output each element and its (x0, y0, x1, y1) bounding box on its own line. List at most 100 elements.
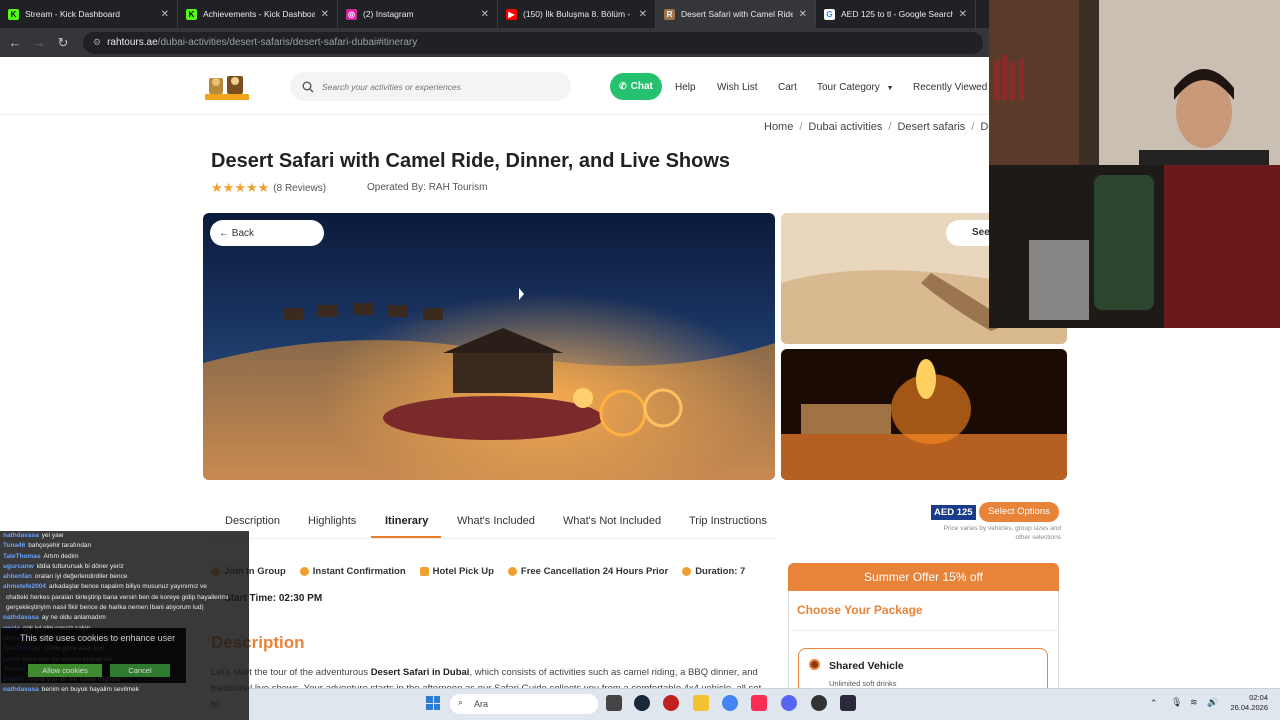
choose-package-heading: Choose Your Package (797, 603, 923, 617)
chat-text: chatteki herkes paraları birleştirip ban… (6, 593, 229, 601)
allow-cookies-button[interactable]: Allow cookies (28, 664, 102, 677)
nav-wish-list[interactable]: Wish List (717, 82, 758, 93)
tab-whats-not-included[interactable]: What's Not Included (563, 508, 661, 538)
browser-tab-instagram[interactable]: ◎ (2) Instagram ✕ (338, 0, 498, 28)
rating: ★★★★★ (8 Reviews) (211, 180, 326, 196)
browser-tab-kick-achievements[interactable]: K Achievements - Kick Dashboard ✕ (178, 0, 338, 28)
chat-username[interactable]: nathdavasa (3, 532, 39, 539)
nav-recently-viewed[interactable]: Recently Viewed (913, 82, 987, 93)
wifi-icon[interactable]: ≋ (1190, 697, 1198, 708)
obs-icon[interactable] (811, 695, 827, 711)
app-icon[interactable] (840, 695, 856, 711)
whatsapp-icon: ✆ (619, 81, 627, 91)
chat-username[interactable]: ahbenfan (3, 573, 32, 580)
star-rating-icon: ★★★★★ (211, 180, 270, 195)
stream-chat-message: gerçekleştiriyim nasıl fikir bence de ha… (0, 604, 249, 614)
stream-chat-overlay: nathdavasa yei yaw Tuna46 bahçeşehir tarafı… (0, 531, 249, 720)
close-icon[interactable]: ✕ (959, 9, 967, 20)
taskbar-clock[interactable]: 02:04 26.04.2026 (1226, 693, 1268, 713)
browser-tab-youtube[interactable]: ▶ (150) İlk Buluşma 8. Bölüm - Yo ✕ (498, 0, 656, 28)
package-divider (788, 630, 1059, 631)
breadcrumb-desert-safaris[interactable]: Desert safaris (897, 121, 965, 133)
tab-title: Desert Safari with Camel Ride, I (681, 9, 793, 19)
search-input[interactable] (322, 81, 552, 92)
browser-tab-google[interactable]: G AED 125 to tl - Google Search ✕ (816, 0, 976, 28)
gallery-thumb-fire-show[interactable] (781, 349, 1067, 480)
stream-chat-message: ahbenfan oraları iyi değerlendirdiler ben… (0, 573, 249, 583)
feature-hotel-pickup: Hotel Pick Up (419, 566, 494, 577)
browser-tab-kick-stream[interactable]: K Stream - Kick Dashboard ✕ (0, 0, 178, 28)
nav-cart[interactable]: Cart (778, 82, 797, 93)
whatsapp-chat-button[interactable]: ✆ Chat (610, 73, 662, 100)
feature-label: Duration: 7 (695, 566, 746, 577)
feature-duration: Duration: 7 (682, 566, 745, 577)
breadcrumb-home[interactable]: Home (764, 121, 793, 133)
close-icon[interactable]: ✕ (161, 9, 169, 20)
back-arrow-icon[interactable]: ← (3, 35, 27, 50)
check-icon (299, 567, 309, 576)
hero-image-desert-camp[interactable] (203, 213, 775, 480)
chat-username[interactable]: nathdavasa (3, 686, 39, 693)
taskbar-search[interactable]: Ara (450, 694, 598, 714)
tab-title: AED 125 to tl - Google Search (841, 9, 953, 19)
chat-username[interactable]: ahmetefe2004 (3, 583, 46, 590)
close-icon[interactable]: ✕ (639, 9, 647, 20)
breadcrumb-dubai-activities[interactable]: Dubai activities (808, 121, 882, 133)
rah-tours-logo[interactable] (203, 72, 251, 102)
activity-search[interactable] (290, 72, 571, 101)
clock-icon (682, 567, 692, 576)
chat-username[interactable]: nathdavasa (3, 614, 39, 621)
tab-highlights[interactable]: Highlights (308, 508, 356, 538)
chat-label: Chat (630, 81, 653, 92)
feature-label: Free Cancellation 24 Hours Prior (520, 566, 669, 577)
opera-gx-icon[interactable] (663, 695, 679, 711)
tab-itinerary[interactable]: Itinerary (371, 508, 441, 538)
site-info-icon[interactable]: ⚙ (93, 37, 101, 48)
feature-label: Hotel Pick Up (432, 566, 494, 577)
package-radio[interactable] (809, 659, 820, 670)
tab-title: (150) İlk Buluşma 8. Bölüm - Yo (523, 9, 633, 19)
select-options-button[interactable]: Select Options (979, 502, 1059, 522)
search-icon (302, 81, 314, 92)
task-view-icon[interactable] (606, 695, 622, 711)
url-path: /dubai-activities/desert-safaris/desert-… (157, 37, 418, 48)
chrome-icon[interactable] (722, 695, 738, 711)
tray-chevron-icon[interactable]: ⌃ (1150, 698, 1158, 709)
cancel-cookies-button[interactable]: Cancel (110, 664, 170, 677)
chat-text: gerçekleştiriyim nasıl fikir bence de ha… (6, 604, 204, 612)
chat-text: Artım dedim (43, 552, 79, 560)
chat-username[interactable]: Tuna46 (3, 542, 25, 549)
stream-chat-message: nathdavasa benim en buyuk hayalim sevilme… (0, 686, 249, 696)
close-icon[interactable]: ✕ (321, 9, 329, 20)
chat-text: oraları iyi değerlendirdiler bence (34, 573, 128, 581)
tab-title: Stream - Kick Dashboard (25, 9, 120, 19)
close-icon[interactable]: ✕ (799, 9, 807, 20)
close-icon[interactable]: ✕ (481, 9, 489, 20)
tab-trip-instructions[interactable]: Trip Instructions (689, 508, 767, 538)
nav-help[interactable]: Help (675, 82, 696, 93)
back-button[interactable]: ← Back (210, 220, 324, 246)
music-icon[interactable] (751, 695, 767, 711)
microphone-icon[interactable]: 🎙 (1171, 697, 1182, 708)
volume-icon[interactable]: 🔊 (1207, 697, 1218, 708)
forward-arrow-icon[interactable]: → (27, 35, 51, 50)
package-option-name: Shared Vehicle (829, 660, 904, 672)
tab-whats-included[interactable]: What's Included (457, 508, 535, 538)
steam-icon[interactable] (634, 695, 650, 711)
feature-instant-confirmation: Instant Confirmation (299, 566, 406, 577)
windows-start-icon[interactable] (426, 696, 440, 710)
tabs-divider (203, 538, 778, 539)
tour-features: Join In Group Instant Confirmation Hotel… (211, 566, 759, 577)
file-explorer-icon[interactable] (693, 695, 709, 711)
reload-icon[interactable]: ↻ (51, 35, 75, 51)
discord-icon[interactable] (781, 695, 797, 711)
chat-text: bahçeşehir tarafından (28, 542, 92, 550)
nav-tour-category[interactable]: Tour Category ▼ (817, 82, 894, 93)
review-count[interactable]: (8 Reviews) (273, 183, 326, 194)
google-icon: G (824, 8, 835, 20)
browser-tab-rahtours[interactable]: R Desert Safari with Camel Ride, I ✕ (656, 0, 816, 28)
chat-username[interactable]: ugurcanw (3, 563, 34, 570)
chat-username[interactable]: TaleThomas (3, 553, 40, 560)
clock-date: 26.04.2026 (1230, 703, 1268, 712)
url-field[interactable]: ⚙ rahtours.ae/dubai-activities/desert-sa… (83, 31, 983, 54)
